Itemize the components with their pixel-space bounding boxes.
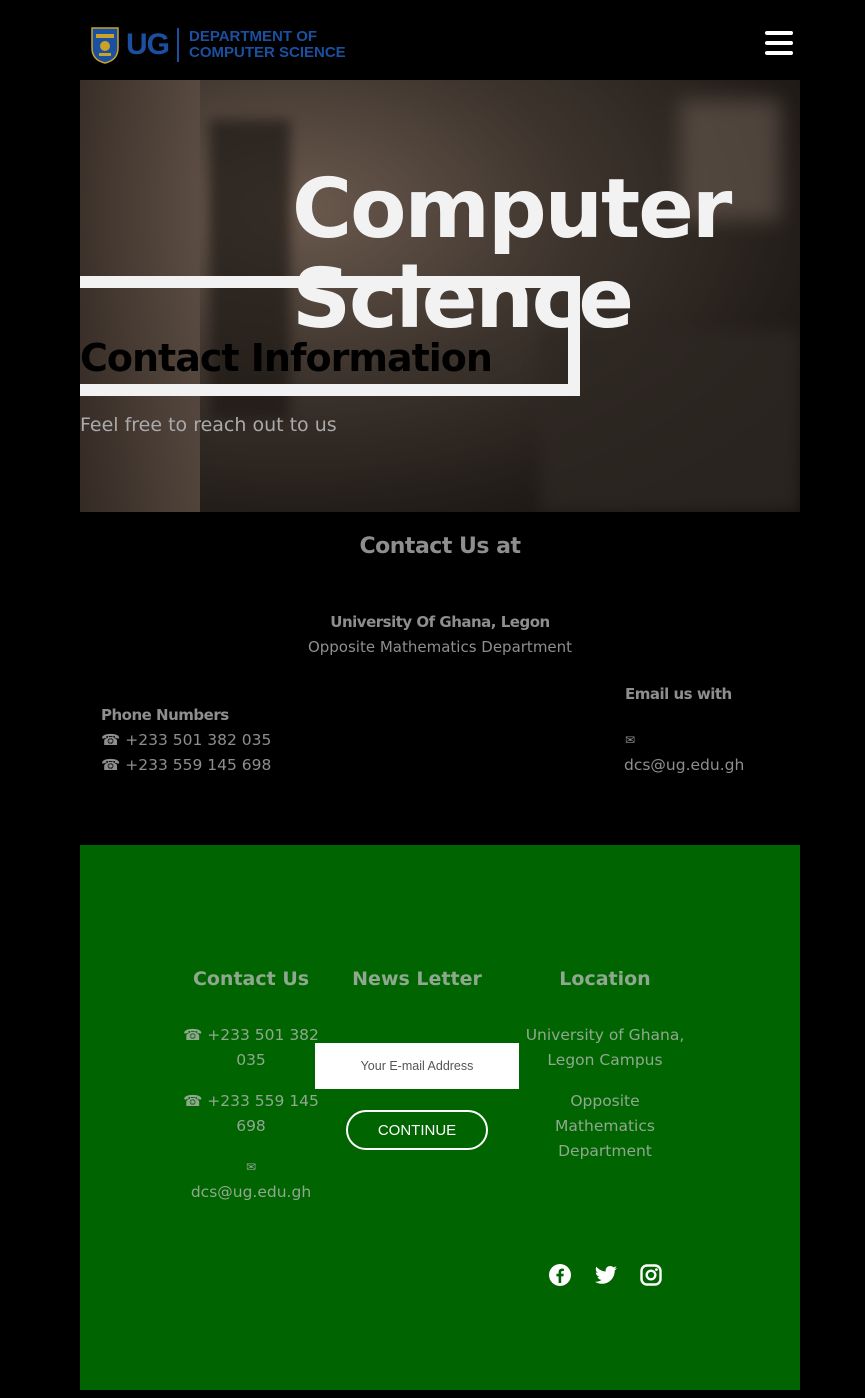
email-link[interactable]: dcs@ug.edu.gh bbox=[624, 756, 744, 774]
footer-phone-1-line-2: 035 bbox=[236, 1051, 266, 1069]
ug-logo-text: UG bbox=[126, 28, 170, 61]
footer-location-department: Opposite Mathematics Department bbox=[520, 1089, 690, 1164]
footer-envelope-icon: ✉ bbox=[245, 1160, 257, 1174]
location-line-1: University of Ghana, bbox=[525, 1026, 685, 1044]
page-subtitle: Feel free to reach out to us bbox=[80, 414, 337, 436]
department-line-2: COMPUTER SCIENCE bbox=[189, 44, 346, 61]
page-title: Contact Information bbox=[80, 336, 493, 380]
phone-number-1[interactable]: ☎ +233 501 382 035 bbox=[101, 731, 271, 749]
department-line-1: DEPARTMENT OF bbox=[189, 28, 318, 45]
location-line-3: Opposite bbox=[570, 1092, 640, 1110]
site-header: UG DEPARTMENT OF COMPUTER SCIENCE bbox=[0, 0, 865, 80]
site-footer: Contact Us ☎ +233 501 382 035 ☎ +233 559… bbox=[80, 845, 800, 1390]
envelope-icon: ✉ bbox=[625, 733, 636, 747]
twitter-icon[interactable] bbox=[594, 1263, 618, 1287]
newsletter-email-input[interactable] bbox=[315, 1043, 519, 1089]
address-line-2: Opposite Mathematics Department bbox=[307, 638, 573, 656]
footer-phone-1-line-1: ☎ +233 501 382 bbox=[183, 1026, 319, 1044]
location-line-2: Legon Campus bbox=[547, 1051, 663, 1069]
footer-newsletter-heading: News Letter bbox=[352, 968, 482, 990]
email-label: Email us with bbox=[625, 685, 732, 703]
ug-crest-icon bbox=[90, 26, 120, 64]
facebook-icon[interactable] bbox=[548, 1263, 572, 1287]
continue-button[interactable]: CONTINUE bbox=[346, 1110, 488, 1150]
footer-contact-heading: Contact Us bbox=[192, 968, 310, 990]
hero-background-word-1: Computer bbox=[292, 162, 732, 257]
instagram-icon[interactable] bbox=[639, 1263, 663, 1287]
footer-email-text: dcs@ug.edu.gh bbox=[190, 1183, 312, 1201]
footer-phone-2-line-1: ☎ +233 559 145 bbox=[183, 1092, 319, 1110]
footer-phone-1[interactable]: ☎ +233 501 382 035 bbox=[180, 1023, 322, 1073]
hero-background-word-2: Science bbox=[292, 252, 634, 347]
address-line-1: University Of Ghana, Legon bbox=[330, 613, 550, 631]
phone-number-2[interactable]: ☎ +233 559 145 698 bbox=[101, 756, 271, 774]
contact-heading: Contact Us at bbox=[359, 534, 521, 559]
footer-email[interactable]: ✉ dcs@ug.edu.gh bbox=[180, 1155, 322, 1205]
hamburger-menu-icon[interactable] bbox=[765, 31, 793, 55]
footer-location-campus: University of Ghana, Legon Campus bbox=[520, 1023, 690, 1073]
location-line-5: Department bbox=[558, 1142, 652, 1160]
location-line-4: Mathematics bbox=[555, 1117, 655, 1135]
footer-phone-2-line-2: 698 bbox=[236, 1117, 266, 1135]
footer-location-heading: Location bbox=[559, 968, 651, 990]
department-name: DEPARTMENT OF COMPUTER SCIENCE bbox=[189, 29, 346, 61]
logo-divider bbox=[177, 28, 179, 62]
footer-phone-2[interactable]: ☎ +233 559 145 698 bbox=[180, 1089, 322, 1139]
hero-banner: Computer Science Contact Information Fee… bbox=[80, 80, 800, 512]
phone-numbers-label: Phone Numbers bbox=[101, 706, 229, 724]
ug-logo[interactable]: UG DEPARTMENT OF COMPUTER SCIENCE bbox=[90, 24, 346, 66]
